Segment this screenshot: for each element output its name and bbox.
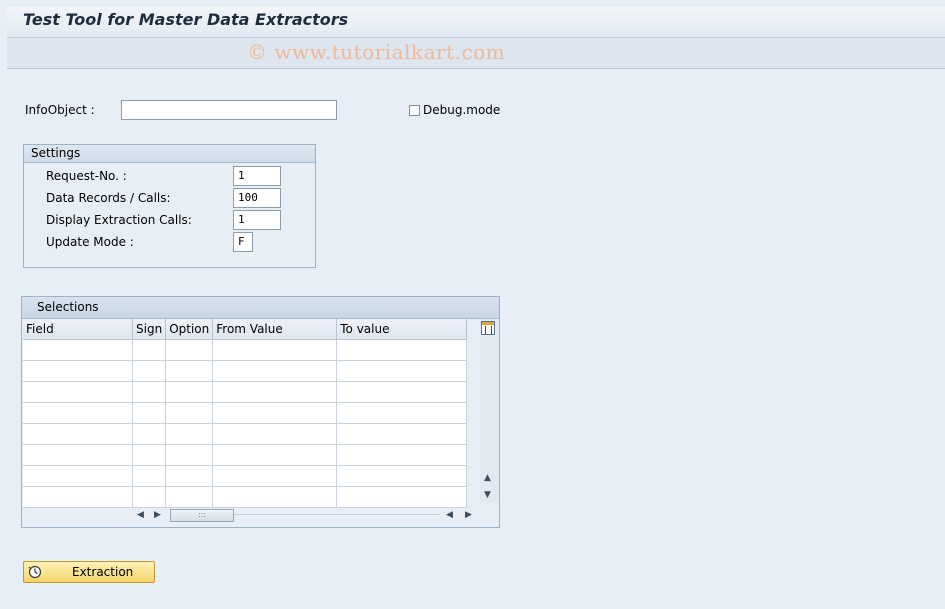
horizontal-scroll-thumb[interactable]: ::: [170, 509, 234, 522]
column-header-sign[interactable]: Sign [132, 319, 167, 340]
column-header-option[interactable]: Option [165, 319, 214, 340]
request-no-label: Request-No. : [46, 169, 127, 183]
table-cell[interactable] [23, 423, 133, 445]
table-cell[interactable] [165, 339, 214, 361]
table-row [23, 339, 468, 361]
scroll-down-icon[interactable]: ▼ [484, 490, 491, 500]
settings-group-title: Settings [24, 145, 315, 163]
selections-table: Field Sign Option From Value To value [23, 319, 468, 508]
table-row [23, 381, 468, 403]
vertical-scrollbar[interactable]: ▲ ▼ [480, 319, 498, 502]
table-row [23, 360, 468, 382]
extraction-button-label: Extraction [72, 565, 134, 579]
table-cell[interactable] [165, 486, 214, 508]
horizontal-scrollbar[interactable]: ◀ ▶ ::: [132, 507, 442, 523]
table-row [23, 465, 468, 487]
table-cell[interactable] [23, 381, 133, 403]
table-cell[interactable] [132, 360, 167, 382]
table-row [23, 402, 468, 424]
column-header-field[interactable]: Field [23, 319, 133, 340]
table-cell[interactable] [336, 402, 468, 424]
scroll-left-end-icon[interactable]: ◀ [446, 510, 453, 520]
table-cell[interactable] [132, 444, 167, 466]
table-cell[interactable] [132, 465, 167, 487]
table-row [23, 444, 468, 466]
watermark: © www.tutorialkart.com [247, 40, 506, 64]
column-settings-icon[interactable] [481, 321, 495, 335]
debug-mode-checkbox[interactable] [409, 105, 420, 116]
table-cell[interactable] [336, 381, 468, 403]
update-mode-label: Update Mode : [46, 235, 134, 249]
data-records-input[interactable]: 100 [233, 188, 281, 208]
selections-title: Selections [22, 297, 499, 319]
table-cell[interactable] [23, 339, 133, 361]
column-header-from-value[interactable]: From Value [212, 319, 338, 340]
table-cell[interactable] [212, 423, 338, 445]
infoobject-label: InfoObject : [25, 103, 95, 117]
display-extraction-calls-input[interactable]: 1 [233, 210, 281, 230]
table-cell[interactable] [212, 360, 338, 382]
table-cell[interactable] [23, 444, 133, 466]
extraction-button[interactable]: Extraction [23, 561, 155, 583]
data-records-label: Data Records / Calls: [46, 191, 171, 205]
table-cell[interactable] [165, 381, 214, 403]
table-cell[interactable] [336, 486, 468, 508]
table-cell[interactable] [165, 360, 214, 382]
table-cell[interactable] [23, 486, 133, 508]
table-cell[interactable] [23, 360, 133, 382]
table-cell[interactable] [23, 402, 133, 424]
table-cell[interactable] [165, 465, 214, 487]
table-cell[interactable] [165, 444, 214, 466]
selections-table-control: Selections Field Sign Option From Value … [21, 296, 500, 528]
table-cell[interactable] [212, 402, 338, 424]
title-bar: Test Tool for Master Data Extractors [7, 7, 945, 38]
table-cell[interactable] [336, 423, 468, 445]
scroll-up-icon[interactable]: ▲ [484, 473, 491, 483]
table-cell[interactable] [132, 402, 167, 424]
infoobject-input[interactable] [121, 100, 337, 120]
display-extraction-calls-label: Display Extraction Calls: [46, 213, 192, 227]
table-cell[interactable] [336, 444, 468, 466]
execute-clock-icon [28, 565, 42, 579]
table-cell[interactable] [336, 360, 468, 382]
table-cell[interactable] [336, 339, 468, 361]
table-cell[interactable] [165, 423, 214, 445]
table-cell[interactable] [212, 339, 338, 361]
table-cell[interactable] [165, 402, 214, 424]
scroll-right-end-icon[interactable]: ▶ [465, 510, 472, 520]
update-mode-input[interactable]: F [233, 232, 253, 252]
scroll-right-icon[interactable]: ▶ [154, 510, 161, 520]
table-cell[interactable] [212, 444, 338, 466]
table-row [23, 486, 468, 508]
debug-mode-label: Debug.mode [423, 103, 501, 117]
table-cell[interactable] [132, 486, 167, 508]
column-header-to-value[interactable]: To value [336, 319, 468, 340]
table-cell[interactable] [132, 423, 167, 445]
table-cell[interactable] [23, 465, 133, 487]
table-cell[interactable] [132, 339, 167, 361]
table-cell[interactable] [336, 465, 468, 487]
table-cell[interactable] [212, 381, 338, 403]
table-cell[interactable] [132, 381, 167, 403]
request-no-input[interactable]: 1 [233, 166, 281, 186]
scroll-left-icon[interactable]: ◀ [137, 510, 144, 520]
table-row [23, 423, 468, 445]
table-cell[interactable] [212, 486, 338, 508]
table-cell[interactable] [212, 465, 338, 487]
page-title: Test Tool for Master Data Extractors [23, 10, 349, 29]
horizontal-scroll-track[interactable] [234, 514, 440, 515]
